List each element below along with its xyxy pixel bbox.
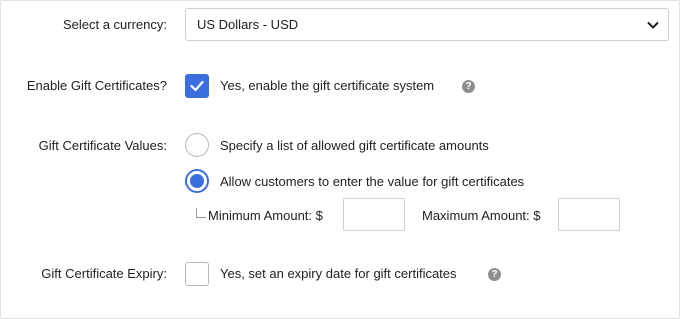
indent-corner-icon bbox=[196, 208, 206, 218]
help-icon[interactable]: ? bbox=[488, 268, 501, 281]
expiry-checkbox-text[interactable]: Yes, set an expiry date for gift certifi… bbox=[220, 266, 457, 281]
maximum-amount-input[interactable] bbox=[558, 198, 620, 231]
currency-select[interactable]: US Dollars - USD bbox=[185, 8, 669, 41]
checkmark-icon bbox=[190, 80, 204, 92]
minimum-amount-input[interactable] bbox=[343, 198, 405, 231]
gift-certificate-values-label: Gift Certificate Values: bbox=[38, 138, 167, 153]
settings-panel: Select a currency: US Dollars - USD Enab… bbox=[0, 0, 680, 319]
radio-customer-value[interactable] bbox=[185, 169, 209, 193]
maximum-amount-label: Maximum Amount: $ bbox=[422, 208, 541, 223]
radio-allowed-list-text[interactable]: Specify a list of allowed gift certifica… bbox=[220, 138, 489, 153]
currency-label: Select a currency: bbox=[62, 17, 167, 32]
currency-selected-value: US Dollars - USD bbox=[197, 17, 299, 32]
help-icon[interactable]: ? bbox=[462, 80, 475, 93]
enable-gift-certificates-text[interactable]: Yes, enable the gift certificate system bbox=[220, 78, 434, 93]
chevron-down-icon bbox=[642, 14, 664, 36]
radio-customer-value-text[interactable]: Allow customers to enter the value for g… bbox=[220, 174, 524, 189]
enable-gift-certificates-checkbox[interactable] bbox=[185, 74, 209, 98]
gift-certificate-expiry-label: Gift Certificate Expiry: bbox=[41, 266, 167, 281]
expiry-checkbox[interactable] bbox=[185, 262, 209, 286]
minimum-amount-label: Minimum Amount: $ bbox=[208, 208, 323, 223]
enable-gift-certificates-label: Enable Gift Certificates? bbox=[26, 78, 167, 93]
radio-allowed-list[interactable] bbox=[185, 133, 209, 157]
